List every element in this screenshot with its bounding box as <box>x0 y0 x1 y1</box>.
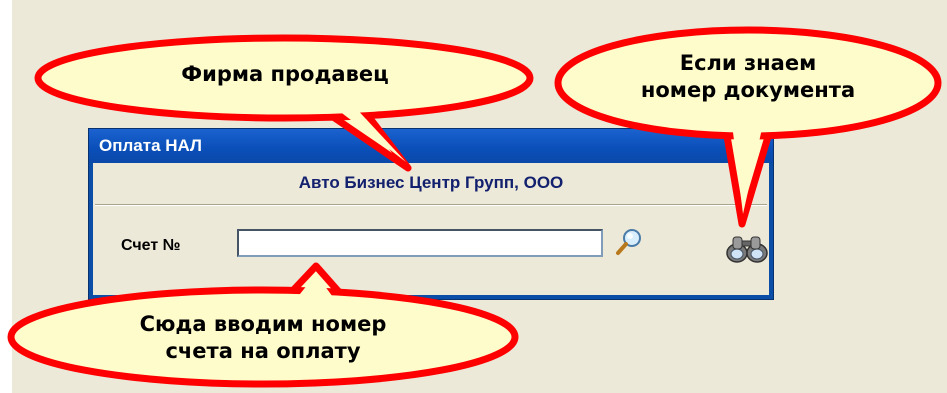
callout-enter-invoice-line1: Сюда вводим номер <box>139 312 387 336</box>
callout-enter-invoice-line2: счета на оплату <box>165 339 361 363</box>
callout-enter-invoice-text: Сюда вводим номер счета на оплату <box>106 311 420 365</box>
